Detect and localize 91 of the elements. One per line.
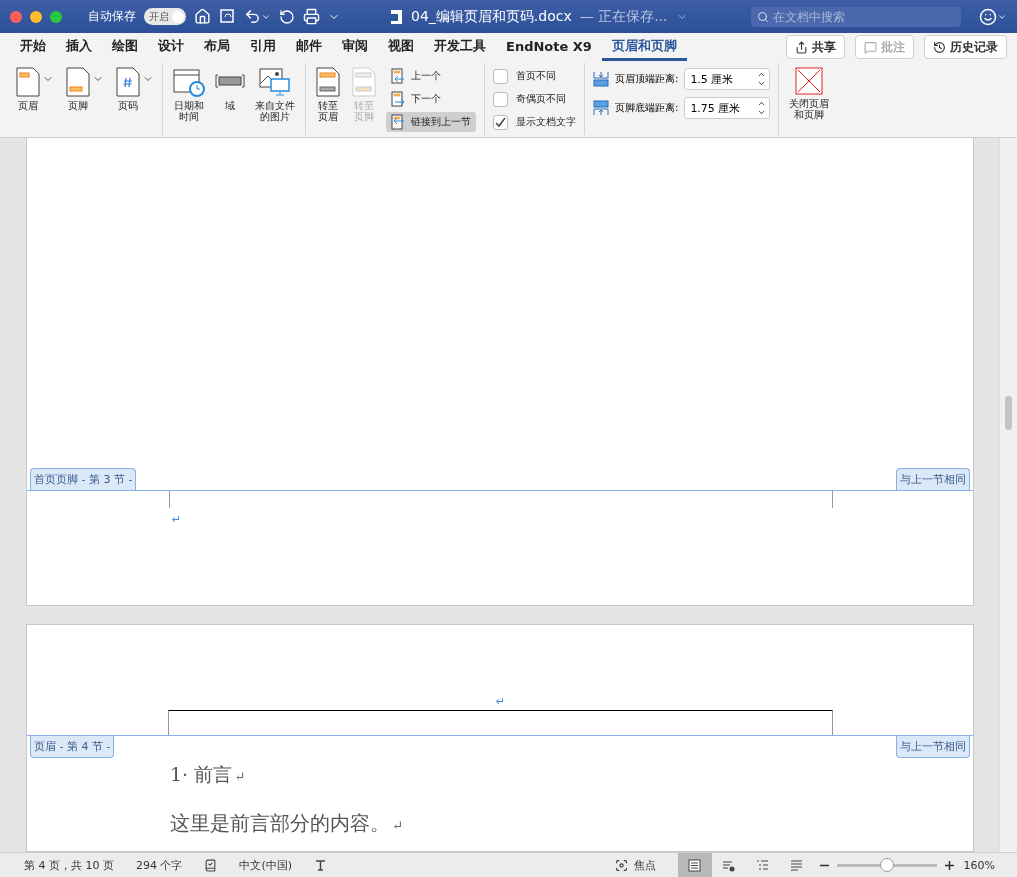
distance-label: 页眉顶端距离: xyxy=(615,72,679,86)
checkbox[interactable] xyxy=(493,91,508,107)
ribbon-tab[interactable]: 视图 xyxy=(378,33,424,61)
history-button[interactable]: 历史记录 xyxy=(924,35,1007,59)
proofing-icon[interactable] xyxy=(204,858,218,872)
stepper-icon[interactable] xyxy=(757,70,767,88)
share-button[interactable]: 共享 xyxy=(786,35,845,59)
distance-field[interactable]: 1.5 厘米 xyxy=(684,68,771,90)
web-layout-icon xyxy=(722,858,736,872)
ribbon-tab[interactable]: EndNote X9 xyxy=(496,34,602,60)
checkbox-label: 显示文档文字 xyxy=(516,115,576,129)
text-lines-icon xyxy=(790,858,804,872)
link-button[interactable]: 链接到上一节 xyxy=(386,112,476,132)
ribbon-tab[interactable]: 布局 xyxy=(194,33,240,61)
margin-arrow-icon xyxy=(593,71,609,87)
focus-button[interactable]: 焦点 xyxy=(614,857,656,873)
heading-text: 1· 前言 xyxy=(170,763,233,785)
link-page-icon xyxy=(391,114,405,130)
smiley-icon[interactable] xyxy=(979,7,1007,26)
comment-icon xyxy=(864,40,877,54)
close-button[interactable] xyxy=(10,10,22,23)
paragraph-mark: ↵ xyxy=(172,513,182,526)
share-icon xyxy=(795,40,808,54)
redo-icon[interactable] xyxy=(279,8,295,25)
print-icon[interactable] xyxy=(303,8,320,25)
footer-section-tag: 首页页脚 - 第 3 节 - xyxy=(30,468,137,490)
page-number-button[interactable]: 页码 xyxy=(114,63,142,115)
close-icon xyxy=(795,67,824,95)
body-text: 这里是前言部分的内容。 xyxy=(170,811,390,835)
margin-arrow-icon xyxy=(593,100,609,116)
ribbon-tab[interactable]: 插入 xyxy=(56,33,102,61)
header-footer-page-icon xyxy=(352,67,376,97)
picture-monitor-icon xyxy=(259,67,291,97)
distance-field[interactable]: 1.75 厘米 xyxy=(684,97,771,119)
zoom-percentage[interactable]: 160% xyxy=(963,858,995,872)
ribbon-tab[interactable]: 开发工具 xyxy=(424,33,496,61)
header-section-tag: 页眉 - 第 4 节 - xyxy=(30,736,115,758)
stepper-icon[interactable] xyxy=(757,99,767,117)
page-lines-icon xyxy=(688,858,702,872)
header-footer-page-icon xyxy=(316,67,340,97)
scrollbar-thumb[interactable] xyxy=(1005,396,1012,430)
language-label: 中文(中国) xyxy=(239,857,293,873)
checkbox[interactable] xyxy=(493,114,508,130)
field-button[interactable]: 域 xyxy=(213,63,247,115)
search-icon xyxy=(757,10,769,23)
same-as-previous-tag: 与上一节相同 xyxy=(896,468,970,490)
zoom-slider-thumb[interactable] xyxy=(879,858,894,872)
close-header-footer-button[interactable]: 关闭页眉和页脚 xyxy=(787,63,832,124)
ribbon-tab[interactable]: 绘图 xyxy=(102,33,148,61)
history-icon xyxy=(933,40,946,54)
picture-button[interactable]: 来自文件的图片 xyxy=(253,63,297,126)
ribbon-tab[interactable]: 审阅 xyxy=(332,33,378,61)
calendar-clock-icon xyxy=(173,67,205,97)
header-button[interactable]: 页眉 xyxy=(14,63,42,115)
ribbon-tab[interactable]: 页眉和页脚 xyxy=(601,33,687,61)
save-status: — 正在保存... xyxy=(579,7,668,26)
header-page-icon xyxy=(16,67,40,97)
ribbon-tab[interactable]: 设计 xyxy=(148,33,194,61)
outline-icon xyxy=(756,858,770,872)
distance-label: 页脚底端距离: xyxy=(615,101,679,115)
focus-icon xyxy=(614,858,628,872)
minimize-button[interactable] xyxy=(30,10,42,23)
next-button[interactable]: 下一个 xyxy=(386,89,476,109)
previous-button[interactable]: 上一个 xyxy=(386,66,476,86)
goto-button[interactable]: 转至页眉 xyxy=(314,63,342,126)
same-as-previous-tag: 与上一节相同 xyxy=(896,736,970,758)
search-field[interactable]: 在文档中搜索 xyxy=(751,6,961,27)
document-title: 04_编辑页眉和页码.docx xyxy=(411,7,572,26)
undo-icon[interactable] xyxy=(244,8,271,25)
paragraph-mark: ↵ xyxy=(495,695,506,708)
checkbox-label: 首页不同 xyxy=(516,69,556,83)
zoom-button[interactable] xyxy=(50,10,62,23)
word-count: 294 个字 xyxy=(136,857,183,873)
zoom-in-icon[interactable] xyxy=(944,860,954,870)
paragraph-mark: ↵ xyxy=(234,769,246,784)
page-number-page-icon xyxy=(116,67,140,97)
date-button[interactable]: 日期和时间 xyxy=(171,63,207,126)
checkbox-label: 奇偶页不同 xyxy=(516,92,566,106)
ribbon-tab[interactable]: 邮件 xyxy=(286,33,332,61)
word-document-icon xyxy=(390,8,403,25)
ribbon-tab[interactable]: 开始 xyxy=(10,33,56,61)
autosave-label: 自动保存 xyxy=(88,8,136,25)
footer-button[interactable]: 页脚 xyxy=(64,63,92,115)
ribbon-tab[interactable]: 引用 xyxy=(240,33,286,61)
page-count: 第 4 页，共 10 页 xyxy=(24,857,114,873)
footer-page-icon xyxy=(66,67,90,97)
checkbox[interactable] xyxy=(493,68,508,84)
paragraph-mark: ↵ xyxy=(392,818,403,833)
print-layout-view-button[interactable] xyxy=(677,853,712,877)
home-icon[interactable] xyxy=(194,8,211,25)
autosave-toggle[interactable]: 开启 xyxy=(144,8,186,25)
